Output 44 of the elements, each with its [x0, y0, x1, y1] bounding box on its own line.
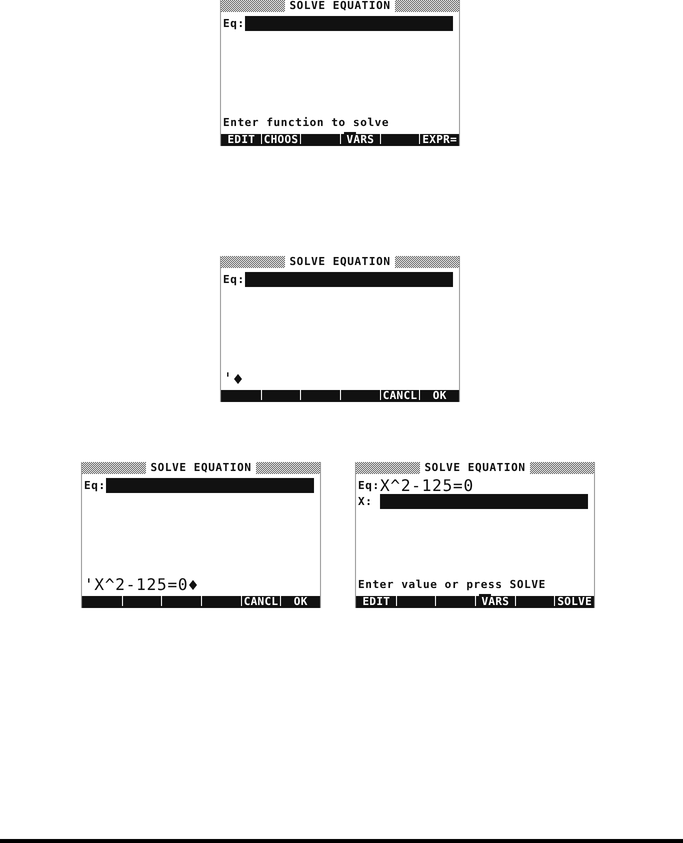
softkey[interactable] [514, 594, 554, 608]
input-field[interactable] [245, 16, 453, 31]
softkey[interactable] [201, 594, 241, 608]
softkey[interactable] [435, 594, 476, 608]
softkey[interactable]: SOLVE [554, 594, 594, 608]
softkey[interactable] [82, 594, 122, 608]
input-field[interactable]: X^2-125=0 [380, 478, 588, 493]
softkey[interactable] [300, 388, 340, 402]
softkey[interactable]: OK [419, 388, 460, 402]
screen-title: SOLVE EQUATION [285, 256, 395, 268]
softkey[interactable] [380, 132, 420, 146]
softkey[interactable]: CANCL [380, 388, 420, 402]
softkey[interactable]: EDIT [356, 594, 396, 608]
cursor-icon [189, 580, 198, 590]
field-label: Eq: [84, 480, 106, 492]
cursor-icon [234, 374, 242, 384]
softkey[interactable]: CANCL [240, 594, 280, 608]
field-label: Eq: [223, 18, 245, 30]
field-label: Eq: [358, 480, 380, 492]
softkey[interactable] [221, 388, 261, 402]
softkey[interactable]: VARS [475, 594, 515, 608]
softkey[interactable]: EDIT [221, 132, 261, 146]
softkey[interactable]: OK [280, 594, 320, 608]
screen-title: SOLVE EQUATION [146, 462, 256, 474]
input-field[interactable] [245, 272, 453, 287]
field-label: X: [358, 496, 374, 508]
status-message: Enter function to solve [222, 117, 390, 129]
softkey[interactable] [122, 594, 162, 608]
softkey[interactable]: EXPR= [419, 132, 460, 146]
softkey[interactable]: VARS [340, 132, 380, 146]
field-label: Eq: [223, 274, 245, 286]
softkey[interactable] [340, 388, 380, 402]
softkey[interactable] [260, 388, 300, 402]
command-line[interactable]: 'X^2-125=0 [82, 578, 198, 592]
input-field[interactable] [380, 494, 588, 509]
input-field[interactable] [106, 478, 314, 493]
softkey[interactable]: CHOOS [260, 132, 300, 146]
softkey[interactable] [396, 594, 436, 608]
status-message: Enter value or press SOLVE [357, 579, 547, 591]
screen-title: SOLVE EQUATION [285, 0, 395, 12]
softkey[interactable] [161, 594, 202, 608]
screen-title: SOLVE EQUATION [420, 462, 530, 474]
softkey[interactable] [300, 132, 340, 146]
command-line[interactable]: ' [221, 372, 242, 386]
